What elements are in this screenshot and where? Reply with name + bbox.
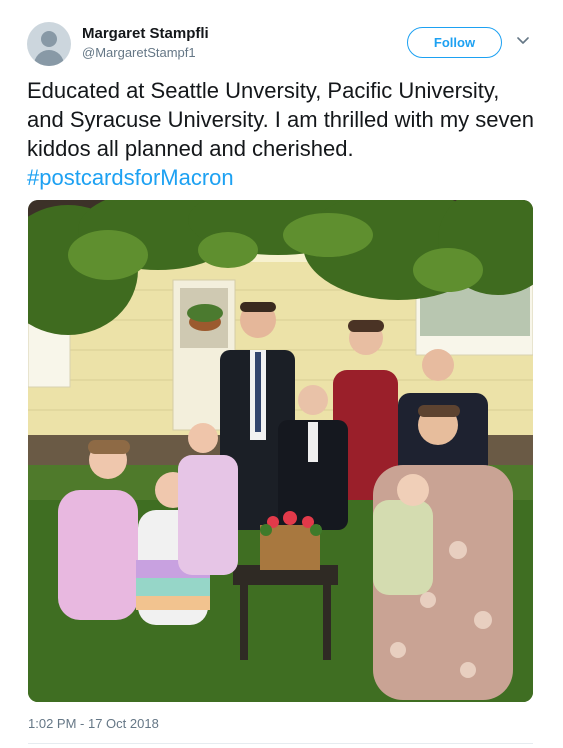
avatar-shoulders [34,50,64,66]
tweet-photo[interactable] [28,200,533,702]
divider [28,743,533,744]
tweet-text: Educated at Seattle Unversity, Pacific U… [27,76,542,192]
chevron-down-icon[interactable] [517,36,529,46]
tweet-timestamp[interactable]: 1:02 PM - 17 Oct 2018 [28,716,159,731]
family-photo [28,200,533,702]
user-names[interactable]: Margaret Stampfli @MargaretStampf1 [82,24,209,62]
tweet-header: Margaret Stampfli @MargaretStampf1 Follo… [27,22,537,70]
hashtag-link[interactable]: #postcardsforMacron [27,165,234,190]
tweet-body: Educated at Seattle Unversity, Pacific U… [27,78,534,161]
follow-button[interactable]: Follow [407,27,502,58]
avatar-head [41,31,57,47]
user-handle[interactable]: @MargaretStampf1 [82,44,209,62]
display-name[interactable]: Margaret Stampfli [82,24,209,43]
avatar[interactable] [27,22,71,66]
